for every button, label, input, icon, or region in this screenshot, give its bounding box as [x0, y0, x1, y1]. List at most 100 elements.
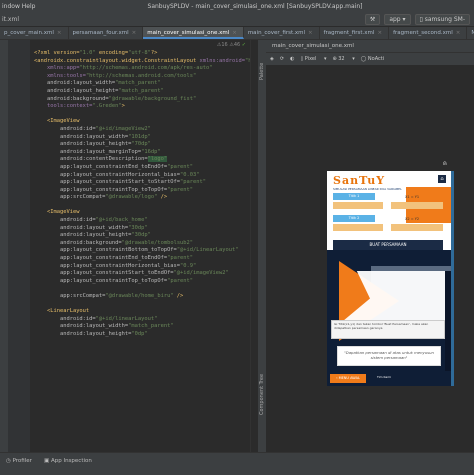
code-line: app:layout_constraintBottom_toTopOf="@+i… — [34, 247, 250, 255]
close-icon[interactable]: × — [377, 30, 382, 36]
code-line: android:layout_width="101dp" — [34, 134, 250, 142]
app-logo-subtitle: SIMULASI PERSAMAAN LINEAR DUA VARIABEL — [333, 187, 402, 191]
quote-text: "Dapatkan persamaan di atas untuk menyus… — [337, 346, 441, 366]
breadcrumb[interactable]: it.xml — [0, 13, 62, 26]
code-token: android:layout_height= — [34, 141, 132, 148]
phone-preview[interactable]: SanTuY SIMULASI PERSAMAAN LINEAR DUA VAR… — [327, 171, 451, 386]
code-token: android:layout_height= — [34, 87, 119, 94]
code-token: <androidx.constraintlayout.widget.Constr… — [34, 57, 200, 64]
design-canvas[interactable]: ⍝ SanTuY SIMULASI PERSAMAAN LINEAR DUA V… — [266, 65, 474, 452]
home-icon[interactable]: ⌂ — [438, 175, 446, 183]
api-select[interactable]: ⊕ 32 ▾ — [332, 53, 354, 65]
code-token: android:id= — [34, 217, 96, 224]
code-token: "@drawable/logo" — [105, 194, 158, 201]
code-token: "parent" — [167, 186, 194, 193]
code-token: xmlns:android= — [199, 57, 245, 64]
code-token: "@+id/LinearLayout" — [176, 247, 239, 254]
theme-select[interactable]: ◯ NoActi — [361, 53, 390, 65]
close-icon[interactable]: × — [456, 30, 461, 36]
code-token: "parent" — [167, 163, 194, 170]
menu-bar-label[interactable]: indow Help — [0, 0, 36, 13]
code-line: android:layout_width="match_parent" — [34, 80, 250, 88]
code-token: app:layout_constraintStart_toStartOf= — [34, 179, 181, 186]
editor-tab[interactable]: main_cover_simulasi_one.xml × — [143, 27, 244, 39]
design-file-name[interactable]: main_cover_simulasi_one.xml — [266, 43, 354, 49]
code-line: app:layout_constraintEnd_toEndOf="parent… — [34, 255, 250, 263]
code-line: xmlns:tools="http://schemas.android.com/… — [34, 73, 250, 81]
editor-tab[interactable]: fragment_first.xml × — [320, 27, 390, 39]
component-tree-tab[interactable]: Component Tree — [259, 374, 265, 415]
code-token: <LinearLayout — [34, 308, 90, 315]
code-token: "101dp" — [128, 133, 151, 140]
code-token: <ImageView — [34, 118, 80, 125]
code-line: android:id="@+id/back_home" — [34, 217, 250, 225]
orientation-icon[interactable]: ⟳ — [280, 53, 284, 65]
code-line: android:layout_height="match_parent" — [34, 88, 250, 96]
device-select[interactable]: ▯ samsung SM- — [414, 14, 470, 25]
field1-label: Titik 1 — [333, 193, 375, 200]
create-equation-button[interactable]: BUAT PERSAMAAN — [333, 240, 443, 250]
code-token: "@drawable/background_fist" — [108, 95, 197, 102]
code-token: tools:context= — [34, 103, 93, 110]
code-line: app:layout_constraintHorizontal_bias="0.… — [34, 172, 250, 180]
code-token: "0dp" — [131, 330, 148, 337]
code-token: "match_parent" — [118, 87, 164, 94]
code-token: xmlns:app= — [34, 65, 80, 72]
info-text: Isi Titik(x1,y1) dan tekan tombol 'Buat … — [331, 320, 445, 339]
close-icon[interactable]: × — [132, 30, 137, 36]
code-line: app:srcCompat="@drawable/logo" /> — [34, 194, 250, 202]
field2-x-input[interactable] — [333, 224, 383, 231]
editor-tab[interactable]: p_cover_main.xml × — [0, 27, 69, 39]
menu-awal-button[interactable]: ‹ MENU AWAL — [330, 374, 366, 383]
editor-tab[interactable]: persamaan_four.xml × — [69, 27, 144, 39]
team-label[interactable]: Tim Kami — [377, 375, 391, 379]
profiler-tab[interactable]: ◷ Profiler — [6, 458, 32, 464]
hammer-icon[interactable]: ⚒ — [364, 14, 381, 25]
field1-y-input[interactable] — [391, 202, 443, 209]
code-token: "70dp" — [131, 141, 151, 148]
code-token: android:layout_width= — [34, 80, 116, 87]
field2-y-input[interactable] — [391, 224, 443, 231]
code-line: app:layout_constraintEnd_toEndOf="parent… — [34, 164, 250, 172]
run-config-select[interactable]: app ▾ — [384, 14, 411, 25]
code-token: "@drawable/tombolsub2" — [121, 239, 194, 246]
code-token: > — [121, 103, 125, 110]
close-icon[interactable]: × — [232, 30, 237, 36]
code-token: android:background= — [34, 239, 122, 246]
code-token: app:layout_constraintTop_toTopOf= — [34, 186, 168, 193]
close-icon[interactable]: × — [308, 30, 313, 36]
design-toolbar: main_cover_simulasi_one.xml — [266, 40, 474, 52]
code-token: "match_parent" — [115, 80, 161, 87]
code-token: "match_parent" — [128, 323, 174, 330]
code-line: app:layout_constraintHorizontal_bias="0.… — [34, 263, 250, 271]
code-token: app:layout_constraintStart_toEndOf= — [34, 270, 174, 277]
code-token: "@drawable/home_biru" — [105, 293, 174, 299]
palette-tab[interactable]: Palette — [259, 63, 265, 80]
code-token: "@+id/linearLayout" — [95, 315, 158, 322]
night-mode-icon[interactable]: ◐ — [290, 53, 294, 65]
layers-icon[interactable]: ◈ — [270, 53, 274, 65]
app-inspection-tab[interactable]: ▣ App Inspection — [44, 458, 92, 464]
code-token: "30dp" — [131, 232, 151, 239]
editor-tab[interactable]: fragment_second.xml × — [389, 27, 468, 39]
code-token: android:id= — [34, 125, 96, 132]
editor-tab[interactable]: MainMenu× — [467, 27, 474, 39]
code-token: "parent" — [180, 179, 207, 186]
code-token: encoding= — [95, 50, 129, 56]
field1-x-input[interactable] — [333, 202, 383, 209]
code-editor[interactable]: ⚠16 ⚠46 ✓ <?xml version="1.0" encoding="… — [30, 40, 250, 452]
code-line: <LinearLayout — [34, 308, 250, 316]
app-logo: SanTuY — [333, 174, 386, 187]
code-token: "@+id/imageView2" — [95, 125, 151, 132]
close-icon[interactable]: × — [57, 30, 62, 36]
code-token: ?> — [150, 50, 158, 56]
editor-tab[interactable]: main_cover_first.xml × — [244, 27, 320, 39]
inspection-status[interactable]: ⚠16 ⚠46 ✓ — [217, 42, 246, 48]
dark-side-shape — [445, 271, 451, 371]
editor-tab-label: p_cover_main.xml — [4, 30, 54, 36]
check-icon: ✓ — [241, 42, 246, 48]
device-select[interactable]: ▯ Pixel ▾ — [300, 53, 326, 65]
code-token: app:layout_constraintEnd_toEndOf= — [34, 163, 168, 170]
